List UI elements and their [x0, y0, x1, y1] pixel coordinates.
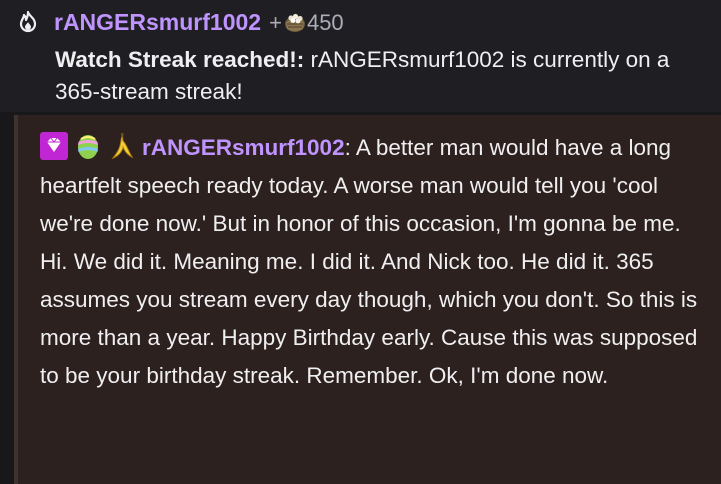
- watch-streak-event: rANGERsmurf1002 + 450 Watch Streak reach…: [0, 0, 721, 112]
- flame-streak-icon: [19, 10, 37, 33]
- points-reward: + 450: [269, 7, 344, 38]
- easter-egg-badge-icon[interactable]: [74, 132, 102, 160]
- chat-separator: :: [344, 135, 356, 160]
- chat-message-line: rANGERsmurf1002: A better man would have…: [40, 129, 700, 395]
- event-title: Watch Streak reached!:: [55, 47, 305, 72]
- chat-message-body: A better man would have a long heartfelt…: [40, 135, 698, 388]
- event-body: Watch Streak reached!: rANGERsmurf1002 i…: [55, 44, 705, 108]
- sub-gem-badge-icon[interactable]: [40, 132, 68, 160]
- channel-points-icon: [284, 13, 305, 32]
- chat-username[interactable]: rANGERsmurf1002: [142, 135, 345, 160]
- event-header: rANGERsmurf1002 + 450: [16, 8, 344, 36]
- chat-message[interactable]: rANGERsmurf1002: A better man would have…: [14, 115, 721, 484]
- event-username[interactable]: rANGERsmurf1002: [54, 7, 261, 38]
- points-value: 450: [306, 9, 344, 35]
- points-prefix: +: [269, 9, 282, 35]
- banana-badge-icon[interactable]: [108, 132, 136, 160]
